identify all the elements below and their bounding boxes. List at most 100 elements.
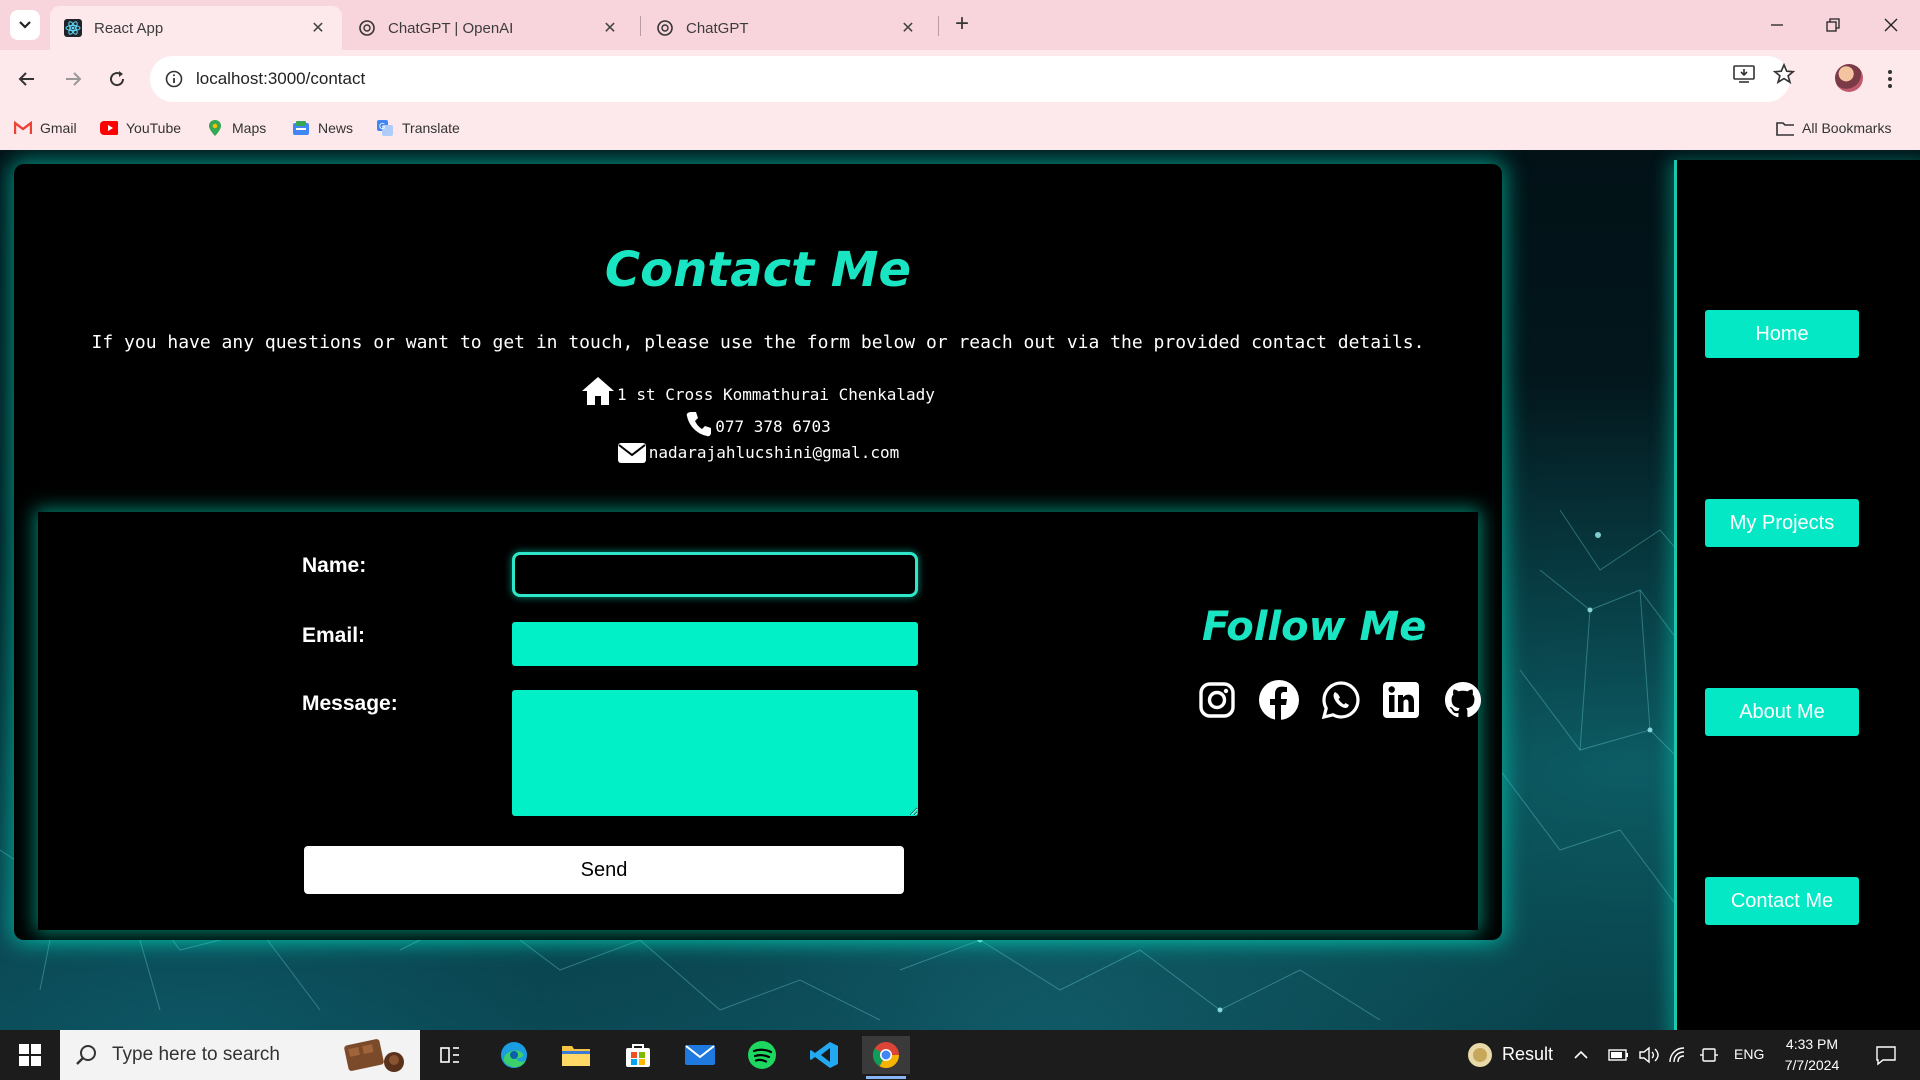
youtube-icon <box>100 119 118 137</box>
chevron-up-icon[interactable] <box>1566 1036 1596 1074</box>
message-label: Message: <box>302 692 398 715</box>
address-line: 1 st Cross Kommathurai Chenkalady <box>14 376 1502 410</box>
bookmark-translate[interactable]: G Translate <box>376 119 460 137</box>
address-bar[interactable]: localhost:3000/contact <box>150 56 1790 102</box>
whatsapp-icon[interactable] <box>1319 678 1363 722</box>
phone-icon <box>685 410 713 442</box>
bookmark-gmail[interactable]: Gmail <box>14 119 77 137</box>
microsoft-store-icon[interactable] <box>614 1036 662 1074</box>
bookmark-star-icon[interactable] <box>1770 62 1798 86</box>
forward-arrow-icon[interactable] <box>58 64 88 94</box>
phone-line: 077 378 6703 <box>14 410 1502 442</box>
envelope-icon <box>617 442 647 468</box>
react-icon <box>64 19 82 37</box>
github-icon[interactable] <box>1441 678 1485 722</box>
maps-icon <box>206 119 224 137</box>
vscode-icon[interactable] <box>800 1036 848 1074</box>
bookmark-label: Maps <box>232 120 267 136</box>
web-page: Contact Me If you have any questions or … <box>0 150 1920 1030</box>
close-window-icon[interactable] <box>1876 12 1906 38</box>
search-icon <box>74 1044 98 1066</box>
browser-toolbar: localhost:3000/contact <box>0 50 1920 108</box>
contact-section: Contact Me If you have any questions or … <box>14 164 1502 940</box>
contact-heading: Contact Me <box>604 242 912 298</box>
nav-about-me-button[interactable]: About Me <box>1705 688 1859 736</box>
linkedin-icon[interactable] <box>1379 678 1423 722</box>
all-bookmarks[interactable]: All Bookmarks <box>1776 119 1891 137</box>
tab-title: ChatGPT <box>686 19 749 37</box>
translate-icon: G <box>376 119 394 137</box>
clock-time[interactable]: 4:33 PM <box>1782 1036 1842 1052</box>
bookmark-label: News <box>318 120 354 136</box>
chocolate-search-highlight-icon <box>344 1039 404 1072</box>
edge-icon[interactable] <box>490 1036 538 1074</box>
browser-tab-strip: React App ✕ ChatGPT | OpenAI ✕ ChatGPT ✕… <box>0 0 1920 50</box>
url-text[interactable]: localhost:3000/contact <box>196 69 365 89</box>
close-tab-icon[interactable]: ✕ <box>600 18 620 38</box>
volume-icon[interactable] <box>1634 1036 1664 1074</box>
name-input[interactable] <box>512 552 918 597</box>
nav-home-button[interactable]: Home <box>1705 310 1859 358</box>
tab-chatgpt-openai[interactable]: ChatGPT | OpenAI ✕ <box>344 6 634 50</box>
task-view-icon[interactable] <box>426 1036 474 1074</box>
tab-title: ChatGPT | OpenAI <box>388 19 514 37</box>
tab-search-button[interactable] <box>10 10 40 40</box>
contact-intro-text: If you have any questions or want to get… <box>91 332 1425 353</box>
notification-icon[interactable] <box>1862 1036 1910 1074</box>
follow-heading: Follow Me <box>1202 604 1427 650</box>
bookmarks-bar: Gmail YouTube Maps News G Translate All … <box>0 108 1920 150</box>
new-tab-button[interactable]: + <box>950 12 974 36</box>
reload-icon[interactable] <box>102 64 132 94</box>
email-line: nadarajahlucshini@gmal.com <box>14 442 1502 468</box>
name-label: Name: <box>302 554 367 577</box>
restore-window-icon[interactable] <box>1818 12 1848 38</box>
bookmark-news[interactable]: News <box>292 119 353 137</box>
tab-separator <box>640 16 641 36</box>
openai-icon <box>358 19 376 37</box>
tab-separator <box>938 16 939 36</box>
close-tab-icon[interactable]: ✕ <box>898 18 918 38</box>
tab-react-app[interactable]: React App ✕ <box>50 6 342 50</box>
instagram-icon[interactable] <box>1195 678 1239 722</box>
close-tab-icon[interactable]: ✕ <box>308 18 328 38</box>
profile-avatar[interactable] <box>1835 64 1863 92</box>
back-arrow-icon[interactable] <box>12 64 42 94</box>
side-navigation: Home My Projects About Me Contact Me <box>1674 160 1920 1030</box>
email-input[interactable] <box>512 622 918 666</box>
windows-start-icon[interactable] <box>6 1036 54 1074</box>
active-app-indicator <box>866 1076 906 1079</box>
bookmark-label: Gmail <box>40 120 77 136</box>
install-app-icon[interactable] <box>1730 62 1758 86</box>
openai-icon <box>656 19 674 37</box>
svg-text:G: G <box>379 122 385 131</box>
gmail-icon <box>14 119 32 137</box>
widget-label[interactable]: Result <box>1502 1044 1553 1065</box>
nav-my-projects-button[interactable]: My Projects <box>1705 499 1859 547</box>
nav-contact-me-button[interactable]: Contact Me <box>1705 877 1859 925</box>
file-explorer-icon[interactable] <box>552 1036 600 1074</box>
clock-date[interactable]: 7/7/2024 <box>1776 1057 1848 1073</box>
email-text: nadarajahlucshini@gmal.com <box>648 443 900 462</box>
email-label: Email: <box>302 624 366 647</box>
battery-icon[interactable] <box>1604 1036 1634 1074</box>
send-button[interactable]: Send <box>304 846 904 894</box>
facebook-icon[interactable] <box>1257 678 1301 722</box>
tab-chatgpt[interactable]: ChatGPT ✕ <box>642 6 932 50</box>
message-textarea[interactable] <box>512 690 918 816</box>
mail-icon[interactable] <box>676 1036 724 1074</box>
news-icon <box>292 119 310 137</box>
chevron-down-icon <box>19 21 31 29</box>
minimize-window-icon[interactable] <box>1762 12 1792 38</box>
wifi-icon[interactable] <box>1664 1036 1694 1074</box>
more-options-icon[interactable] <box>1880 64 1900 94</box>
folder-icon <box>1776 119 1794 137</box>
bookmark-youtube[interactable]: YouTube <box>100 119 181 137</box>
display-icon[interactable] <box>1694 1036 1724 1074</box>
taskbar-search-box[interactable]: Type here to search <box>60 1030 420 1080</box>
chrome-icon[interactable] <box>862 1036 910 1074</box>
site-info-icon[interactable] <box>162 67 186 91</box>
news-widget-icon[interactable] <box>1456 1036 1504 1074</box>
bookmark-maps[interactable]: Maps <box>206 119 266 137</box>
spotify-icon[interactable] <box>738 1036 786 1074</box>
language-indicator[interactable]: ENG <box>1734 1046 1764 1062</box>
